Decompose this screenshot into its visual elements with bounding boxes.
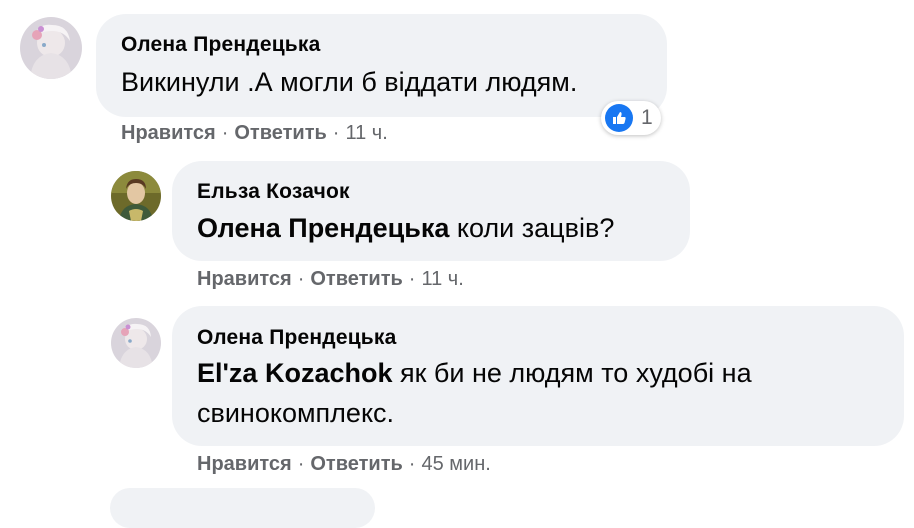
reaction-badge[interactable]: 1 — [601, 101, 661, 135]
mention-link[interactable]: El'za Kozachok — [197, 358, 392, 388]
separator-dot: · — [221, 122, 229, 144]
avatar[interactable] — [111, 171, 161, 221]
comment-text: Викинули .А могли б віддати людям. — [121, 67, 578, 97]
comment-text-line-2: свинокомплекс. — [197, 398, 395, 428]
like-link[interactable]: Нравится — [197, 453, 292, 475]
comment-bubble: Олена Прендецька Викинули .А могли б від… — [96, 14, 667, 117]
comment-text: Олена Прендецька коли зацвів? — [197, 208, 614, 248]
separator-dot: · — [297, 268, 305, 290]
comment-body: як би не людям то худобі на — [392, 358, 752, 388]
avatar[interactable] — [20, 17, 82, 79]
next-comment-bubble — [110, 488, 375, 528]
separator-dot: · — [332, 122, 340, 144]
separator-dot: · — [408, 453, 416, 475]
like-icon — [605, 104, 633, 132]
comment-author[interactable]: Ельза Козачок — [197, 180, 350, 204]
comment-bubble: Олена Прендецька El'za Kozachok як би не… — [172, 306, 904, 446]
comment-body: коли зацвів? — [449, 213, 615, 243]
comment-author[interactable]: Олена Прендецька — [197, 326, 397, 350]
separator-dot: · — [408, 268, 416, 290]
like-link[interactable]: Нравится — [197, 268, 292, 290]
comment-actions: Нравится · Ответить · 11 ч. — [197, 268, 464, 291]
avatar[interactable] — [111, 318, 161, 368]
comment-author[interactable]: Олена Прендецька — [121, 33, 321, 57]
reply-link[interactable]: Ответить — [310, 453, 402, 475]
like-link[interactable]: Нравится — [121, 122, 216, 144]
reply-link[interactable]: Ответить — [310, 268, 402, 290]
timestamp[interactable]: 45 мин. — [421, 453, 490, 475]
mention-link[interactable]: Олена Прендецька — [197, 213, 449, 243]
reaction-count: 1 — [641, 106, 653, 129]
timestamp[interactable]: 11 ч. — [421, 268, 463, 290]
comment-bubble: Ельза Козачок Олена Прендецька коли зацв… — [172, 161, 690, 261]
comment-actions: Нравится · Ответить · 11 ч. — [121, 122, 388, 145]
timestamp[interactable]: 11 ч. — [345, 122, 387, 144]
comment-actions: Нравится · Ответить · 45 мин. — [197, 453, 491, 476]
separator-dot: · — [297, 453, 305, 475]
comment-text: El'za Kozachok як би не людям то худобі … — [197, 353, 752, 393]
reply-link[interactable]: Ответить — [234, 122, 326, 144]
